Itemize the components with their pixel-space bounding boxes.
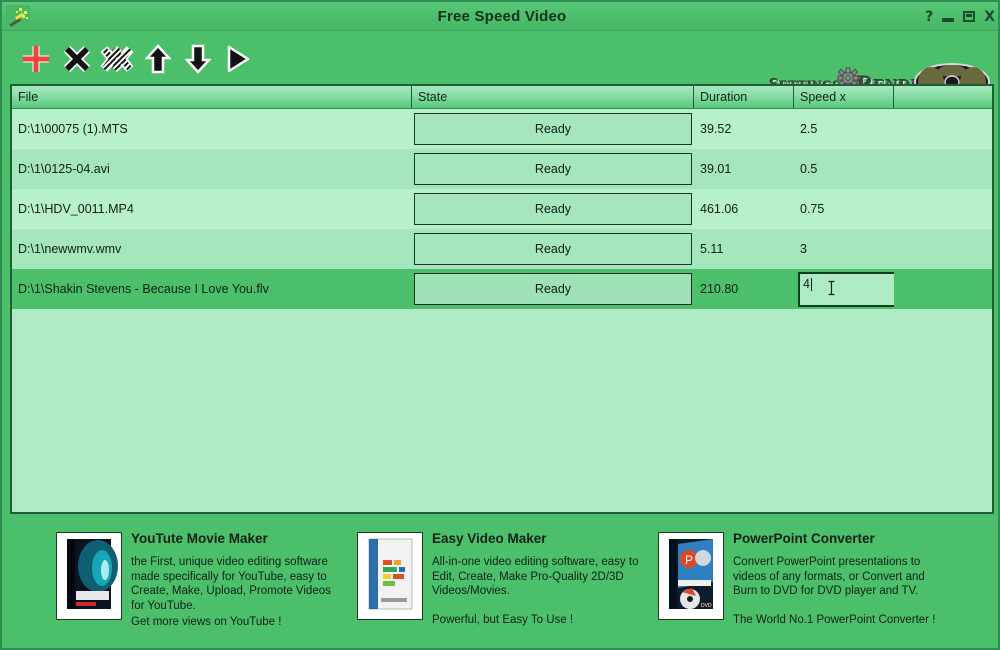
state-button[interactable]: Ready: [414, 233, 692, 265]
remove-file-button[interactable]: [57, 39, 97, 79]
row-speed[interactable]: 3: [794, 229, 894, 269]
row-state-cell: Ready: [412, 189, 694, 229]
table-row-selected[interactable]: D:\1\Shakin Stevens - Because I Love You…: [12, 269, 992, 309]
row-file-name: D:\1\0125-04.avi: [18, 162, 110, 176]
row-state-cell: Ready: [412, 229, 694, 269]
row-extra: [894, 189, 992, 229]
ibeam-cursor: [828, 280, 835, 296]
list-header: File State Duration Speed x: [12, 86, 992, 109]
powerpoint-converter-boxart: P DVD: [658, 532, 724, 620]
column-header-duration[interactable]: Duration: [694, 86, 794, 108]
promo-card-easy-video-maker[interactable]: Easy Video Maker All-in-one video editin…: [357, 528, 647, 648]
svg-text:P: P: [685, 553, 693, 567]
window-title: Free Speed Video: [437, 8, 567, 25]
column-header-speed[interactable]: Speed x: [794, 86, 894, 108]
title-bar: Free Speed Video ? X: [2, 2, 998, 31]
toolbar: SETTINGS: [2, 31, 998, 103]
row-duration: 39.52: [700, 122, 732, 136]
move-down-button[interactable]: [178, 39, 218, 79]
column-header-file[interactable]: File: [12, 86, 412, 108]
state-button[interactable]: Ready: [414, 113, 692, 145]
help-button[interactable]: ?: [925, 10, 933, 24]
arrow-up-icon: [145, 44, 171, 74]
double-x-icon: [100, 46, 134, 72]
close-button[interactable]: X: [984, 10, 995, 24]
promo-title: Easy Video Maker: [432, 531, 547, 546]
row-extra: [894, 109, 992, 149]
row-speed[interactable]: 2.5: [794, 109, 894, 149]
promo-text: YouTute Movie Maker the First, unique vi…: [131, 528, 331, 630]
promo-footer: Powerful, but Easy To Use !: [432, 613, 574, 626]
maximize-button[interactable]: [963, 11, 976, 22]
promo-body: All-in-one video editing software, easy …: [432, 556, 639, 597]
x-icon: [63, 45, 91, 73]
promo-strip: YouTute Movie Maker the First, unique vi…: [2, 518, 998, 648]
table-row[interactable]: D:\1\00075 (1).MTS Ready 39.52 2.5: [12, 109, 992, 149]
file-list-panel: File State Duration Speed x D:\1\00075 (…: [10, 84, 994, 514]
state-button[interactable]: Ready: [414, 193, 692, 225]
row-duration: 39.01: [700, 162, 732, 176]
row-file-name: D:\1\HDV_0011.MP4: [18, 202, 134, 216]
row-extra: [894, 229, 992, 269]
magic-wand-icon: [6, 5, 30, 28]
window-controls: ? X: [925, 2, 995, 31]
row-file-name: D:\1\Shakin Stevens - Because I Love You…: [18, 282, 269, 296]
promo-card-powerpoint-converter[interactable]: P DVD PowerPoint Converter Convert Power…: [658, 528, 958, 648]
row-duration: 461.06: [700, 202, 739, 216]
state-button[interactable]: Ready: [414, 273, 692, 305]
row-speed[interactable]: 0.5: [794, 149, 894, 189]
speed-input-value: 4: [803, 277, 810, 291]
row-speed-cell: 4: [794, 269, 894, 309]
move-up-button[interactable]: [138, 39, 178, 79]
arrow-down-icon: [185, 44, 211, 74]
row-extra: [894, 149, 992, 189]
table-row[interactable]: D:\1\0125-04.avi Ready 39.01 0.5: [12, 149, 992, 189]
youtube-movie-maker-boxart: [56, 532, 122, 620]
row-duration: 5.11: [700, 242, 724, 256]
row-duration: 210.80: [700, 282, 739, 296]
promo-text: PowerPoint Converter Convert PowerPoint …: [733, 528, 935, 627]
promo-footer: The World No.1 PowerPoint Converter !: [733, 613, 936, 626]
promo-card-youtute-movie-maker[interactable]: YouTute Movie Maker the First, unique vi…: [56, 528, 346, 648]
row-state-cell: Ready: [412, 109, 694, 149]
table-row[interactable]: D:\1\newwmv.wmv Ready 5.11 3: [12, 229, 992, 269]
column-header-state[interactable]: State: [412, 86, 694, 108]
promo-body: the First, unique video editing software…: [131, 556, 331, 612]
state-button[interactable]: Ready: [414, 153, 692, 185]
column-header-extra[interactable]: [894, 86, 992, 108]
application-window: Free Speed Video ? X File State Duration…: [0, 0, 1000, 650]
play-icon: [227, 45, 250, 73]
row-speed[interactable]: 0.75: [794, 189, 894, 229]
promo-footer: Get more views on YouTube !: [131, 616, 282, 628]
easy-video-maker-boxart: [357, 532, 423, 620]
text-caret: [810, 278, 812, 291]
play-button[interactable]: [218, 39, 258, 79]
table-row[interactable]: D:\1\HDV_0011.MP4 Ready 461.06 0.75: [12, 189, 992, 229]
row-state-cell: Ready: [412, 269, 694, 309]
remove-all-button[interactable]: [97, 39, 137, 79]
row-extra: [894, 269, 992, 309]
promo-title: PowerPoint Converter: [733, 531, 875, 546]
row-file-name: D:\1\00075 (1).MTS: [18, 122, 128, 136]
row-file-name: D:\1\newwmv.wmv: [18, 242, 122, 256]
promo-body: Convert PowerPoint presentations to vide…: [733, 556, 925, 597]
speed-input[interactable]: 4: [798, 272, 894, 307]
plus-icon: [23, 46, 49, 72]
row-state-cell: Ready: [412, 149, 694, 189]
promo-title: YouTute Movie Maker: [131, 531, 268, 546]
svg-text:DVD: DVD: [701, 603, 712, 609]
promo-text: Easy Video Maker All-in-one video editin…: [432, 528, 638, 627]
minimize-button[interactable]: [942, 18, 955, 22]
add-files-button[interactable]: [16, 39, 56, 79]
